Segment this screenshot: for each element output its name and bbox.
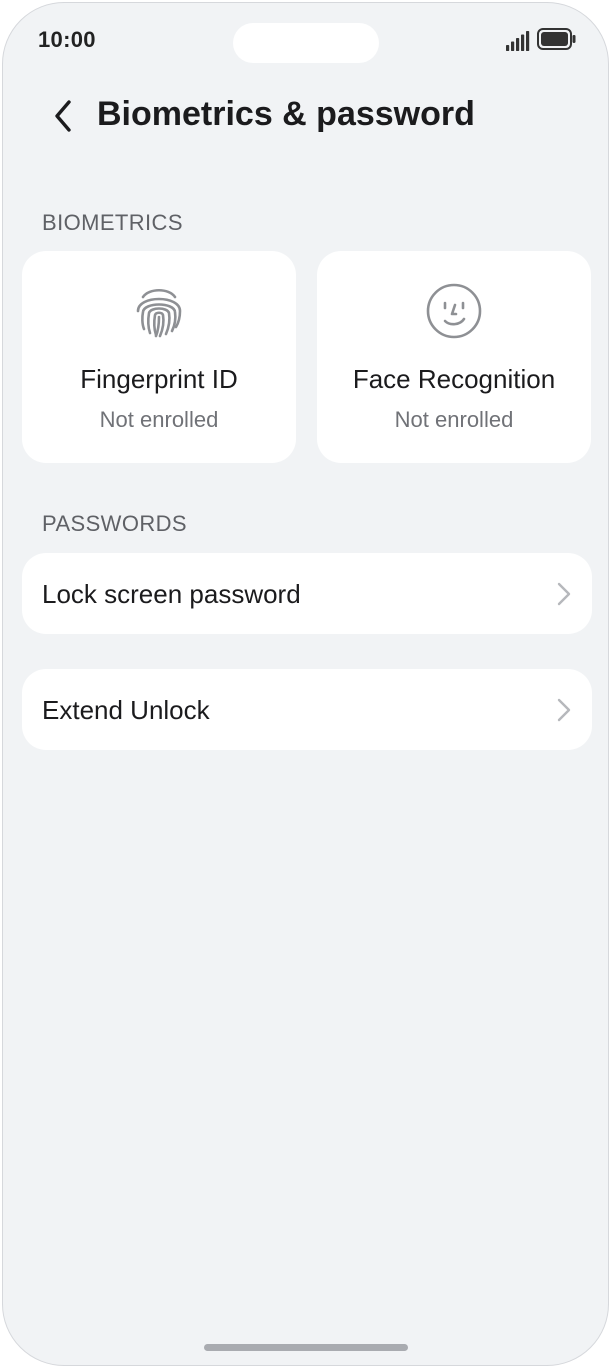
camera-notch: [233, 23, 379, 63]
lock-screen-password-label: Lock screen password: [42, 579, 301, 609]
section-header-biometrics: BIOMETRICS: [42, 210, 183, 235]
chevron-left-icon: [55, 100, 71, 132]
fingerprint-id-card[interactable]: Fingerprint ID Not enrolled: [22, 251, 296, 463]
chevron-right-icon: [557, 698, 571, 722]
status-time: 10:00: [38, 27, 96, 52]
back-button[interactable]: [43, 93, 83, 139]
fingerprint-id-status: Not enrolled: [99, 407, 219, 432]
face-recognition-card[interactable]: Face Recognition Not enrolled: [317, 251, 591, 463]
extend-unlock-row[interactable]: Extend Unlock: [22, 669, 592, 750]
phone-screen: 10:00 Biometrics & password BIOMETRICS F…: [2, 2, 609, 1366]
face-recognition-status: Not enrolled: [394, 407, 514, 432]
signal-icon: [506, 31, 530, 51]
face-recognition-title: Face Recognition: [352, 364, 556, 394]
extend-unlock-label: Extend Unlock: [42, 695, 210, 725]
home-indicator[interactable]: [204, 1344, 408, 1351]
face-icon: [426, 283, 482, 339]
lock-screen-password-row[interactable]: Lock screen password: [22, 553, 592, 634]
fingerprint-icon: [136, 288, 182, 338]
chevron-right-icon: [557, 582, 571, 606]
page-title: Biometrics & password: [97, 95, 475, 133]
fingerprint-id-title: Fingerprint ID: [80, 364, 238, 394]
section-header-passwords: PASSWORDS: [42, 511, 187, 536]
battery-icon: [537, 28, 576, 50]
